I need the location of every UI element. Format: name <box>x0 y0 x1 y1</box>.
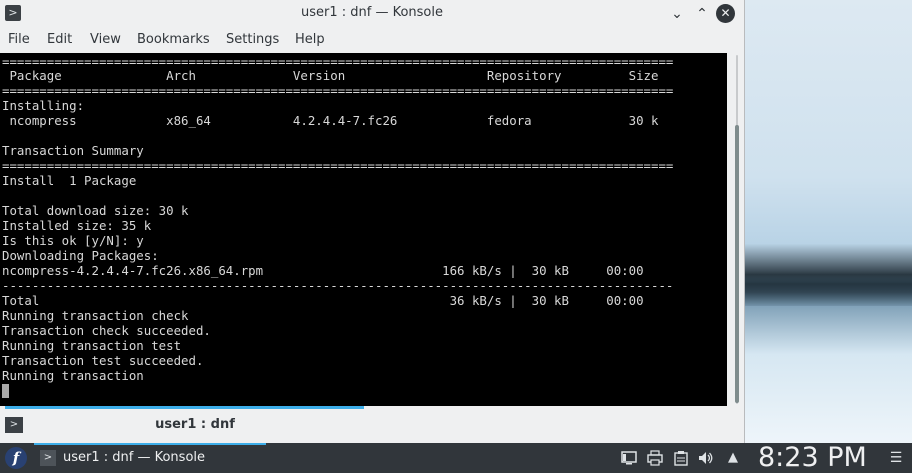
display-icon[interactable] <box>621 450 637 466</box>
terminal-line: ncompress x86_64 4.2.4.4-7.fc26 fedora 3… <box>2 113 659 128</box>
terminal-line: ========================================… <box>2 54 674 69</box>
menu-edit[interactable]: Edit <box>47 32 72 47</box>
terminal-line: Total 36 kB/s | 30 kB 00:00 <box>2 293 644 308</box>
terminal-line: Package Arch Version Repository Size <box>2 68 659 83</box>
terminal-line: ========================================… <box>2 83 674 98</box>
terminal-icon: > <box>40 450 56 466</box>
terminal-line: Running transaction check <box>2 308 189 323</box>
terminal-line: ncompress-4.2.4.4-7.fc26.x86_64.rpm 166 … <box>2 263 644 278</box>
menu-settings[interactable]: Settings <box>226 32 279 47</box>
terminal-line: Downloading Packages: <box>2 248 159 263</box>
menu-file[interactable]: File <box>8 32 30 47</box>
terminal-line: Transaction Summary <box>2 143 144 158</box>
terminal-line: Total download size: 30 k <box>2 203 189 218</box>
maximize-icon[interactable]: ⌃ <box>692 4 712 24</box>
scrollbar-thumb[interactable] <box>735 125 739 403</box>
hamburger-icon[interactable]: ☰ <box>889 450 903 466</box>
terminal-line: Transaction test succeeded. <box>2 353 204 368</box>
terminal-cursor <box>2 384 9 398</box>
menu-help[interactable]: Help <box>295 32 325 47</box>
terminal-output[interactable]: ========================================… <box>0 53 727 406</box>
clock[interactable]: 8:23 PM <box>758 443 867 473</box>
tab-user1-dnf[interactable]: user1 : dnf <box>0 417 390 432</box>
title-bar[interactable]: > user1 : dnf — Konsole ⌄ ⌃ ✕ <box>0 0 744 29</box>
terminal-line: ----------------------------------------… <box>2 278 674 293</box>
terminal-line: Running transaction <box>2 368 144 383</box>
desktop-wallpaper <box>744 0 912 443</box>
fedora-launcher-icon[interactable]: f <box>5 447 27 469</box>
minimize-icon[interactable]: ⌄ <box>667 4 687 24</box>
clipboard-icon[interactable] <box>673 450 689 466</box>
menu-view[interactable]: View <box>90 32 121 47</box>
window-title: user1 : dnf — Konsole <box>300 5 443 20</box>
tab-bar: > user1 : dnf <box>0 406 744 443</box>
task-active-indicator <box>34 443 266 445</box>
terminal-line: Transaction check succeeded. <box>2 323 211 338</box>
terminal-line: ========================================… <box>2 158 674 173</box>
close-icon[interactable]: ✕ <box>716 4 735 23</box>
terminal-line: Installing: <box>2 98 85 113</box>
terminal-line: Installed size: 35 k <box>2 218 152 233</box>
expand-arrow-icon[interactable]: ▲ <box>725 450 741 466</box>
taskbar: f > user1 : dnf — Konsole ▲ 8:23 PM ☰ <box>0 443 912 473</box>
volume-icon[interactable] <box>698 450 714 466</box>
menu-bookmarks[interactable]: Bookmarks <box>137 32 210 47</box>
active-tab-indicator <box>5 406 364 409</box>
task-label: user1 : dnf — Konsole <box>63 450 206 465</box>
terminal-line: Install 1 Package <box>2 173 137 188</box>
task-konsole[interactable]: > user1 : dnf — Konsole <box>34 443 266 473</box>
terminal-scrollbar[interactable] <box>727 53 743 406</box>
wallpaper-treeline <box>744 272 912 306</box>
menu-bar: File Edit View Bookmarks Settings Help <box>0 29 744 52</box>
printer-icon[interactable] <box>647 450 663 466</box>
terminal-line: Running transaction test <box>2 338 182 353</box>
konsole-window: > user1 : dnf — Konsole ⌄ ⌃ ✕ File Edit … <box>0 0 745 443</box>
terminal-line: Is this ok [y/N]: y <box>2 233 144 248</box>
